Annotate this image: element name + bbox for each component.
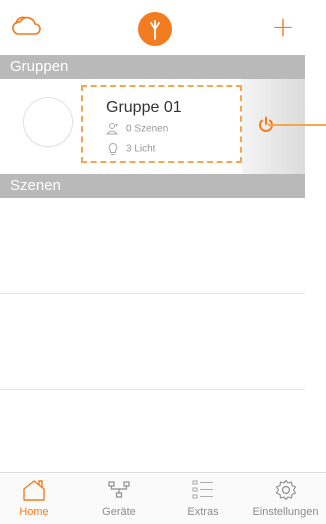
tab-home[interactable]: Home <box>12 473 56 524</box>
tab-label: Geräte <box>102 506 136 518</box>
tab-geraete[interactable]: Geräte <box>97 473 141 524</box>
group-name: Gruppe 01 <box>106 99 182 116</box>
home-icon <box>23 480 45 501</box>
scene-list <box>0 198 305 486</box>
group-avatar[interactable] <box>23 97 73 147</box>
callout-line <box>268 124 326 126</box>
list-icon <box>192 480 213 499</box>
plus-icon[interactable]: + <box>270 12 296 42</box>
group-lights-count: 3 Licht <box>106 142 155 156</box>
tab-label: Extras <box>187 506 219 518</box>
tab-extras[interactable]: Extras <box>181 473 225 524</box>
scene-row-empty <box>0 198 305 294</box>
logo-icon <box>138 12 172 46</box>
gear-icon <box>275 479 296 501</box>
scenes-icon <box>106 123 119 135</box>
tab-label: Home <box>19 506 49 518</box>
top-bar: + <box>0 0 305 55</box>
devices-icon <box>108 481 130 498</box>
cloud-icon[interactable] <box>10 14 42 38</box>
section-header-szenen: Szenen <box>0 174 305 198</box>
scene-row-empty <box>0 294 305 390</box>
bulb-icon <box>108 142 118 155</box>
lights-label: 3 Licht <box>126 143 156 155</box>
scenes-label: 0 Szenen <box>126 123 169 135</box>
group-scenes-count: 0 Szenen <box>106 122 168 136</box>
tab-bar: Home Geräte Extras Einstellungen <box>0 472 326 524</box>
tab-einstellungen[interactable]: Einstellungen <box>245 473 326 524</box>
section-header-gruppen: Gruppen <box>0 55 305 79</box>
tab-label: Einstellungen <box>252 506 319 518</box>
